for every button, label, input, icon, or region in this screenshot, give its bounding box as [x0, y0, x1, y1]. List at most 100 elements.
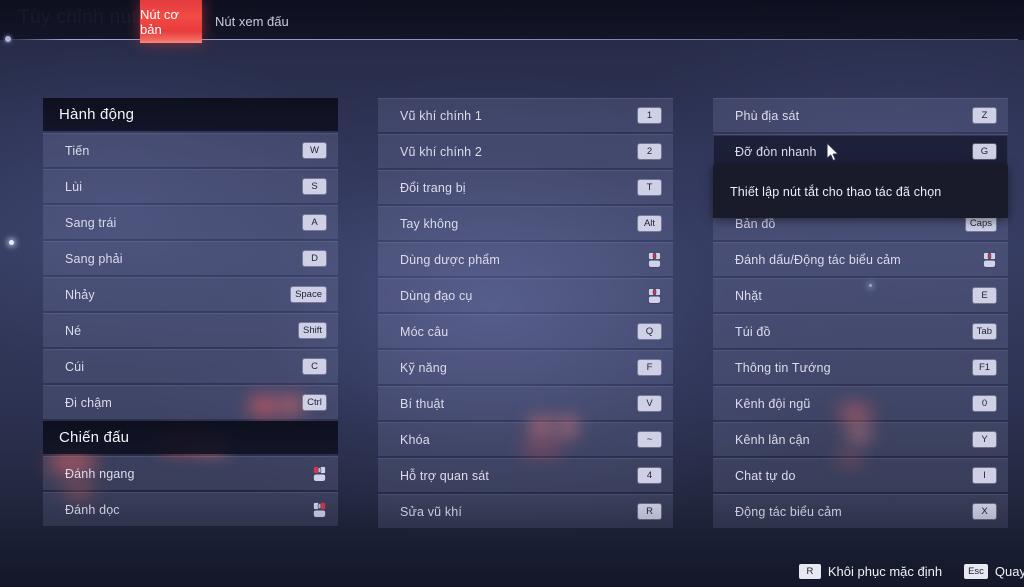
tab-basic-keys[interactable]: Nút cơ bản [140, 0, 202, 43]
restore-defaults-label: Khôi phục mặc định [827, 564, 943, 579]
keybind-value[interactable]: A [303, 206, 326, 239]
keybind-row[interactable]: Đi chậm Ctrl [43, 385, 338, 419]
keybind-value[interactable]: W [303, 134, 326, 167]
keybind-value[interactable]: G [973, 135, 996, 168]
keybind-value[interactable]: Ctrl [303, 386, 326, 419]
keybind-row[interactable]: Kỹ năng F [378, 350, 673, 384]
keycap: 4 [638, 468, 661, 483]
keybind-row[interactable]: Đánh dọc [43, 492, 338, 526]
keybind-row[interactable]: Vũ khí chính 2 2 [378, 134, 673, 168]
tab-spectate-keys[interactable]: Nút xem đấu [202, 0, 302, 43]
keybind-value[interactable] [313, 493, 326, 526]
keybind-row[interactable]: Vũ khí chính 1 1 [378, 98, 673, 132]
keycap: Y [973, 432, 996, 447]
keybind-row[interactable]: Bí thuật V [378, 386, 673, 420]
keybind-row[interactable]: Đỡ đòn nhanh G [713, 134, 1008, 168]
keybind-value[interactable]: R [638, 495, 661, 528]
keybind-action-label: Đánh dọc [65, 502, 120, 517]
keybind-row[interactable]: Hỗ trợ quan sát 4 [378, 458, 673, 492]
keybind-row[interactable]: Đổi trang bị T [378, 170, 673, 204]
keycap: 2 [638, 144, 661, 159]
keybind-row[interactable]: Dùng dược phẩm [378, 242, 673, 276]
keybind-row[interactable]: Đánh ngang [43, 456, 338, 490]
keycap: Z [973, 108, 996, 123]
keybind-value[interactable]: ~ [638, 423, 661, 456]
keybind-row[interactable]: Nhảy Space [43, 277, 338, 311]
keybind-value[interactable]: S [303, 170, 326, 203]
keybind-row[interactable]: Dùng đạo cụ [378, 278, 673, 312]
keybind-row[interactable]: Chat tự do I [713, 458, 1008, 492]
keybind-value[interactable]: T [638, 171, 661, 204]
keybind-row[interactable]: Cúi C [43, 349, 338, 383]
keybind-action-label: Vũ khí chính 1 [400, 108, 483, 123]
keybind-value[interactable] [648, 243, 661, 276]
keybind-value[interactable] [648, 279, 661, 312]
keybind-value[interactable] [313, 457, 326, 490]
keybind-action-label: Móc câu [400, 324, 449, 339]
keybind-action-label: Tay không [400, 216, 459, 231]
keybind-row[interactable]: Kênh đội ngũ 0 [713, 386, 1008, 420]
keybind-value[interactable]: C [303, 350, 326, 383]
keybind-row[interactable]: Tay không Alt [378, 206, 673, 240]
keycap: I [973, 468, 996, 483]
footer-hints: R Khôi phục mặc định Esc Quay [798, 564, 1024, 579]
keybind-action-label: Kỹ năng [400, 360, 447, 375]
keybind-action-label: Cúi [65, 359, 85, 374]
keybind-value[interactable]: F1 [973, 351, 996, 384]
keybind-row[interactable]: Động tác biểu cảm X [713, 494, 1008, 528]
keybind-action-label: Né [65, 323, 82, 338]
keybind-value[interactable]: 2 [638, 135, 661, 168]
keybind-value[interactable]: E [973, 279, 996, 312]
keybind-value[interactable]: 1 [638, 99, 661, 132]
keybind-action-label: Tiến [65, 143, 90, 158]
keybind-value[interactable]: Tab [972, 315, 996, 348]
keybind-row[interactable]: Nhặt E [713, 278, 1008, 312]
keybind-row[interactable]: Tiến W [43, 133, 338, 167]
mouse-left-icon [313, 465, 326, 482]
keybind-row[interactable]: Phù địa sát Z [713, 98, 1008, 132]
keybind-row[interactable]: Sửa vũ khí R [378, 494, 673, 528]
keybind-action-label: Đổi trang bị [400, 180, 466, 195]
keybind-action-label: Kênh lân cận [735, 432, 810, 447]
keybind-value[interactable]: Shift [298, 314, 326, 347]
keybind-value[interactable]: Alt [638, 207, 661, 240]
keybind-row[interactable]: Sang phải D [43, 241, 338, 275]
tooltip-popup: Thiết lập nút tắt cho thao tác đã chọn [713, 165, 1008, 218]
bg-sparkle [9, 240, 14, 245]
keycap: C [303, 359, 326, 374]
keybind-value[interactable]: Y [973, 423, 996, 456]
keybind-row[interactable]: Khóa ~ [378, 422, 673, 456]
keycap: V [638, 396, 661, 411]
keybind-row[interactable]: Lùi S [43, 169, 338, 203]
keybind-row[interactable]: Móc câu Q [378, 314, 673, 348]
keybind-row[interactable]: Kênh lân cận Y [713, 422, 1008, 456]
back-hint[interactable]: Esc Quay [964, 564, 1024, 579]
keybind-value[interactable]: Q [638, 315, 661, 348]
keybind-action-label: Dùng đạo cụ [400, 288, 473, 303]
restore-defaults-hint[interactable]: R Khôi phục mặc định [798, 564, 943, 579]
keycap: Alt [638, 216, 661, 231]
keybind-value[interactable]: Space [291, 278, 326, 311]
keycap: Caps [965, 216, 996, 231]
keybind-value[interactable]: F [638, 351, 661, 384]
keybind-value[interactable] [983, 243, 996, 276]
keycap: A [303, 215, 326, 230]
keybind-action-label: Thông tin Tướng [735, 360, 831, 375]
keybind-value[interactable]: I [973, 459, 996, 492]
keybind-value[interactable]: V [638, 387, 661, 420]
keybind-value[interactable]: Z [973, 99, 996, 132]
keybind-row[interactable]: Sang trái A [43, 205, 338, 239]
keybind-value[interactable]: 4 [638, 459, 661, 492]
tab-bar: Nút cơ bản Nút xem đấu [140, 0, 302, 43]
keybind-value[interactable]: D [303, 242, 326, 275]
keybind-row[interactable]: Né Shift [43, 313, 338, 347]
keycap: E [973, 288, 996, 303]
keybind-value[interactable]: 0 [973, 387, 996, 420]
keycap: F1 [973, 360, 996, 375]
keybind-value[interactable]: X [973, 495, 996, 528]
keybind-row[interactable]: Thông tin Tướng F1 [713, 350, 1008, 384]
keybind-action-label: Túi đồ [735, 324, 771, 339]
keybind-row[interactable]: Đánh dấu/Động tác biểu cảm [713, 242, 1008, 276]
keybind-row[interactable]: Túi đồ Tab [713, 314, 1008, 348]
keybind-action-label: Lùi [65, 179, 83, 194]
